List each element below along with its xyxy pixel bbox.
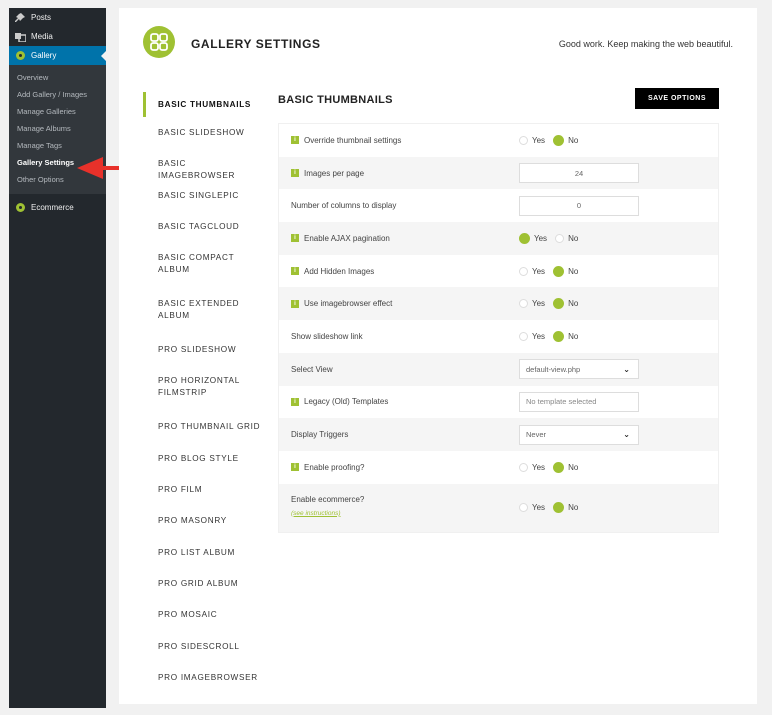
tab-basic-imagebrowser[interactable]: BASIC IMAGEBROWSER: [143, 150, 263, 181]
setting-label: Override thumbnail settings: [304, 135, 402, 145]
tab-pro-blog-style[interactable]: PRO BLOG STYLE: [143, 445, 263, 476]
setting-label: Enable proofing?: [304, 462, 365, 472]
menu-ecommerce-label: Ecommerce: [31, 203, 74, 212]
setting-row-override-thumbnails: i Override thumbnail settings Yes No: [279, 124, 718, 157]
radio-yes[interactable]: Yes: [519, 503, 545, 513]
menu-media[interactable]: Media: [9, 27, 106, 46]
radio-yes[interactable]: Yes: [519, 299, 545, 309]
setting-label: Use imagebrowser effect: [304, 299, 393, 309]
setting-row-proofing: i Enable proofing? Yes No: [279, 451, 718, 484]
radio-no[interactable]: No: [553, 134, 578, 146]
page-title: GALLERY SETTINGS: [191, 37, 321, 51]
setting-label: Number of columns to display: [291, 201, 397, 211]
submenu-add-gallery[interactable]: Add Gallery / Images: [9, 86, 106, 103]
setting-row-images-per-page: i Images per page 24: [279, 156, 718, 190]
section-title: BASIC THUMBNAILS: [278, 94, 393, 106]
menu-gallery[interactable]: Gallery: [9, 46, 106, 65]
gallery-settings-panel: GALLERY SETTINGS Good work. Keep making …: [119, 8, 757, 704]
settings-table: i Override thumbnail settings Yes No i Ima…: [278, 123, 719, 533]
select-view-dropdown[interactable]: default-view.php ⌄: [519, 359, 639, 380]
chevron-down-icon: ⌄: [623, 364, 630, 374]
radio-no[interactable]: No: [553, 502, 578, 514]
images-per-page-input[interactable]: 24: [519, 163, 639, 184]
help-icon[interactable]: i: [291, 267, 299, 276]
tab-pro-list-album[interactable]: PRO LIST ALBUM: [143, 539, 263, 570]
help-icon[interactable]: i: [291, 397, 299, 406]
panel-header: GALLERY SETTINGS Good work. Keep making …: [119, 8, 757, 78]
wp-admin-sidebar: Posts Media Gallery Overview Add Gallery…: [9, 8, 106, 708]
setting-label: Display Triggers: [291, 430, 349, 440]
setting-label: Select View: [291, 364, 333, 374]
submenu-overview[interactable]: Overview: [9, 69, 106, 86]
menu-media-label: Media: [31, 32, 53, 41]
help-icon[interactable]: i: [291, 169, 299, 178]
help-icon[interactable]: i: [291, 463, 299, 472]
radio-no[interactable]: No: [553, 461, 578, 473]
tab-basic-compact-album[interactable]: BASIC COMPACT ALBUM: [143, 244, 263, 290]
tab-pro-masonry[interactable]: PRO MASONRY: [143, 507, 263, 538]
ecommerce-icon: [14, 202, 26, 214]
tab-basic-slideshow[interactable]: BASIC SLIDESHOW: [143, 119, 263, 150]
setting-row-display-triggers: Display Triggers Never ⌄: [279, 418, 718, 451]
legacy-template-input[interactable]: No template selected: [519, 391, 639, 412]
tab-basic-extended-album[interactable]: BASIC EXTENDED ALBUM: [143, 290, 263, 336]
menu-posts-label: Posts: [31, 13, 52, 22]
radio-no[interactable]: No: [555, 233, 578, 243]
setting-row-hidden-images: i Add Hidden Images Yes No: [279, 255, 718, 288]
menu-ecommerce[interactable]: Ecommerce: [9, 198, 106, 217]
submenu-manage-albums[interactable]: Manage Albums: [9, 120, 106, 137]
radio-yes[interactable]: Yes: [519, 232, 547, 244]
setting-label: Enable ecommerce?: [291, 494, 365, 504]
nextgen-logo-icon: [143, 26, 175, 58]
help-icon[interactable]: i: [291, 136, 299, 145]
help-icon[interactable]: i: [291, 299, 299, 308]
setting-label: Enable AJAX pagination: [304, 233, 390, 243]
see-instructions-link[interactable]: (see instructions): [291, 510, 341, 517]
gallery-icon: [14, 50, 26, 62]
columns-input[interactable]: 0: [519, 195, 639, 216]
save-options-button[interactable]: SAVE OPTIONS: [635, 88, 719, 109]
header-tagline: Good work. Keep making the web beautiful…: [558, 39, 733, 49]
radio-no[interactable]: No: [553, 298, 578, 310]
tab-pro-film[interactable]: PRO FILM: [143, 476, 263, 507]
setting-row-select-view: Select View default-view.php ⌄: [279, 352, 718, 386]
submenu-manage-tags[interactable]: Manage Tags: [9, 137, 106, 154]
tab-basic-thumbnails[interactable]: BASIC THUMBNAILS: [143, 92, 263, 117]
menu-gallery-label: Gallery: [31, 51, 57, 60]
tab-pro-grid-album[interactable]: PRO GRID ALBUM: [143, 570, 263, 601]
media-icon: [14, 31, 26, 43]
setting-label: Images per page: [304, 168, 365, 178]
tab-basic-singlepic[interactable]: BASIC SINGLEPIC: [143, 182, 263, 213]
setting-label: Show slideshow link: [291, 331, 363, 341]
radio-no[interactable]: No: [553, 330, 578, 342]
tab-pro-sidescroll[interactable]: PRO SIDESCROLL: [143, 633, 263, 664]
radio-yes[interactable]: Yes: [519, 135, 545, 145]
tab-pro-thumbnail-grid[interactable]: PRO THUMBNAIL GRID: [143, 413, 263, 444]
tab-pro-imagebrowser[interactable]: PRO IMAGEBROWSER: [143, 664, 263, 695]
pushpin-icon: [14, 12, 26, 24]
radio-no[interactable]: No: [553, 265, 578, 277]
setting-row-legacy-templates: i Legacy (Old) Templates No template sele…: [279, 386, 718, 419]
radio-yes[interactable]: Yes: [519, 266, 545, 276]
tab-pro-horizontal-filmstrip[interactable]: PRO HORIZONTAL FILMSTRIP: [143, 367, 263, 413]
tab-pro-slideshow[interactable]: PRO SLIDESHOW: [143, 336, 263, 367]
chevron-down-icon: ⌄: [623, 430, 630, 440]
radio-yes[interactable]: Yes: [519, 331, 545, 341]
setting-label: Legacy (Old) Templates: [304, 397, 389, 407]
tab-basic-tagcloud[interactable]: BASIC TAGCLOUD: [143, 213, 263, 244]
display-triggers-dropdown[interactable]: Never ⌄: [519, 424, 639, 445]
display-type-tabs: BASIC THUMBNAILS BASIC SLIDESHOW BASIC I…: [143, 88, 263, 695]
menu-posts[interactable]: Posts: [9, 8, 106, 27]
help-icon[interactable]: i: [291, 234, 299, 243]
setting-label: Add Hidden Images: [304, 266, 375, 276]
tab-pro-mosaic[interactable]: PRO MOSAIC: [143, 601, 263, 632]
radio-yes[interactable]: Yes: [519, 462, 545, 472]
setting-row-imagebrowser-effect: i Use imagebrowser effect Yes No: [279, 287, 718, 321]
setting-row-columns: Number of columns to display 0: [279, 189, 718, 222]
setting-row-ajax-pagination: i Enable AJAX pagination Yes No: [279, 222, 718, 255]
setting-row-slideshow-link: Show slideshow link Yes No: [279, 320, 718, 353]
setting-row-ecommerce: Enable ecommerce? (see instructions) Yes…: [279, 483, 718, 532]
submenu-manage-galleries[interactable]: Manage Galleries: [9, 103, 106, 120]
